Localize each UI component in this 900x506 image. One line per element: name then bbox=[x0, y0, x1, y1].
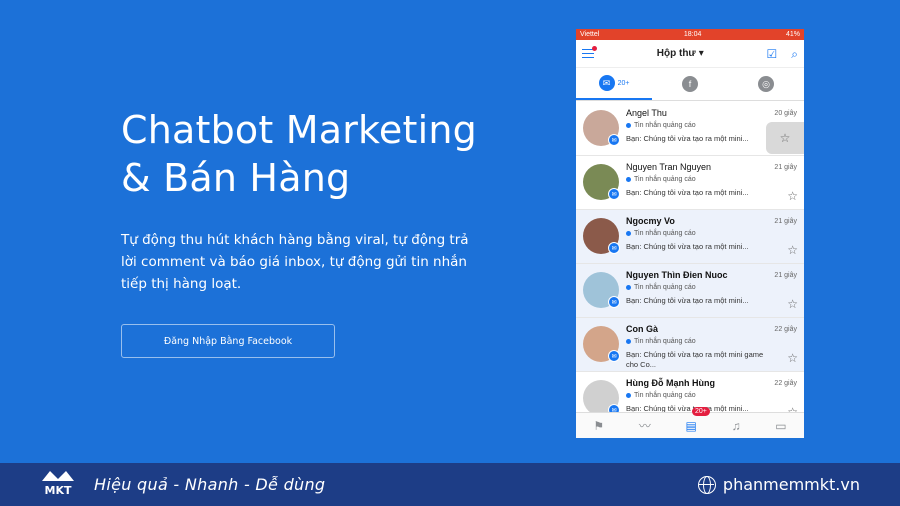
star-icon[interactable]: ☆ bbox=[766, 122, 804, 154]
facebook-login-button[interactable]: Đăng Nhập Bằng Facebook bbox=[121, 324, 335, 358]
tab-instagram[interactable]: ◎ bbox=[728, 68, 804, 100]
conversation-tag: Tin nhắn quảng cáo bbox=[626, 176, 696, 183]
caret-down-icon: ▾ bbox=[698, 48, 704, 59]
flag-icon[interactable]: ⚑ bbox=[593, 419, 604, 433]
search-icon[interactable]: ⌕ bbox=[791, 48, 798, 60]
conversation-tag: Tin nhắn quảng cáo bbox=[626, 230, 696, 237]
conversation-row[interactable]: ✉ Nguyen Thìn Đien Nuoc 21 giây Tin nhắn… bbox=[576, 264, 804, 318]
conversation-preview: Bạn: Chúng tôi vừa tạo ra một mini game … bbox=[626, 350, 764, 369]
conversation-tag: Tin nhắn quảng cáo bbox=[626, 122, 696, 129]
globe-icon bbox=[697, 475, 716, 494]
inbox-tabs: ✉ 20+ f ◎ bbox=[576, 68, 804, 101]
instagram-icon: ◎ bbox=[758, 76, 774, 92]
conversation-list: ✉ Angel Thu 20 giây Tin nhắn quảng cáo B… bbox=[576, 102, 804, 426]
bell-icon[interactable]: ♫ bbox=[732, 419, 741, 433]
conversation-tag: Tin nhắn quảng cáo bbox=[626, 284, 696, 291]
messenger-badge-icon: ✉ bbox=[608, 242, 620, 254]
hero-title-line1: Chatbot Marketing bbox=[121, 108, 477, 152]
tab-messenger[interactable]: ✉ 20+ bbox=[576, 68, 652, 100]
inbox-title-label: Hộp thư bbox=[656, 48, 696, 59]
facebook-icon: f bbox=[682, 76, 698, 92]
mkt-logo: MKT bbox=[42, 471, 74, 497]
hero-description: Tự động thu hút khách hàng bằng viral, t… bbox=[121, 232, 469, 292]
conversation-row[interactable]: ✉ Con Gà 22 giây Tin nhắn quảng cáo Bạn:… bbox=[576, 318, 804, 372]
carrier-label: Viettel bbox=[580, 31, 600, 38]
svg-text:MKT: MKT bbox=[45, 484, 72, 497]
tab-facebook[interactable]: f bbox=[652, 68, 728, 100]
app-header: Hộp thư ▾ ☑ ⌕ bbox=[576, 40, 804, 68]
conversation-tag: Tin nhắn quảng cáo bbox=[626, 338, 696, 345]
star-icon[interactable]: ☆ bbox=[787, 351, 798, 365]
conversation-time: 20 giây bbox=[774, 110, 797, 117]
conversation-row[interactable]: ✉ Ngocmy Vo 21 giây Tin nhắn quảng cáo B… bbox=[576, 210, 804, 264]
tab-messenger-badge: 20+ bbox=[617, 79, 630, 87]
hero-title: Chatbot Marketing & Bán Hàng bbox=[121, 106, 477, 202]
footer-slogan: Hiệu quả - Nhanh - Dễ dùng bbox=[94, 475, 326, 494]
website-label: phanmemmkt.vn bbox=[722, 475, 860, 494]
conversation-name: Angel Thu bbox=[626, 108, 667, 118]
activity-icon[interactable]: 〰 bbox=[639, 417, 651, 434]
conversation-name: Nguyen Thìn Đien Nuoc bbox=[626, 270, 728, 280]
footer-bar: MKT Hiệu quả - Nhanh - Dễ dùng phanmemmk… bbox=[0, 463, 900, 506]
conversation-name: Ngocmy Vo bbox=[626, 216, 675, 226]
conversation-time: 21 giây bbox=[774, 272, 797, 279]
conversation-tag: Tin nhắn quảng cáo bbox=[626, 392, 696, 399]
messenger-icon: ✉ bbox=[598, 75, 615, 91]
status-bar: Viettel 18:04 41% bbox=[576, 29, 804, 40]
star-icon[interactable]: ☆ bbox=[787, 243, 798, 257]
check-icon[interactable]: ☑ bbox=[767, 48, 778, 60]
star-icon[interactable]: ☆ bbox=[787, 189, 798, 203]
menu-icon[interactable] bbox=[582, 45, 597, 59]
conversation-preview: Bạn: Chúng tôi vừa tạo ra một mini... bbox=[626, 242, 749, 251]
footer-website[interactable]: phanmemmkt.vn bbox=[697, 475, 860, 494]
conversation-name: Con Gà bbox=[626, 324, 659, 334]
conversation-name: Hùng Đỗ Mạnh Hùng bbox=[626, 378, 715, 388]
conversation-time: 21 giây bbox=[774, 218, 797, 225]
bottom-nav: ⚑ 〰 ▤ 20+ ♫ ▭ bbox=[576, 407, 804, 438]
inbox-badge: 20+ bbox=[692, 407, 710, 416]
conversation-preview: Bạn: Chúng tôi vừa tạo ra một mini... bbox=[626, 296, 749, 305]
battery-label: 41% bbox=[785, 31, 800, 38]
messenger-badge-icon: ✉ bbox=[608, 296, 620, 308]
conversation-preview: Bạn: Chúng tôi vừa tạo ra một mini... bbox=[626, 188, 749, 197]
clock-label: 18:04 bbox=[683, 31, 702, 38]
inbox-title[interactable]: Hộp thư ▾ bbox=[657, 48, 704, 59]
messenger-badge-icon: ✉ bbox=[608, 350, 620, 362]
inbox-icon[interactable]: ▤ bbox=[686, 419, 697, 433]
conversation-time: 21 giây bbox=[774, 164, 797, 171]
conversation-time: 22 giây bbox=[774, 380, 797, 387]
conversation-row[interactable]: ✉ Angel Thu 20 giây Tin nhắn quảng cáo B… bbox=[576, 102, 804, 156]
hero-title-line2: & Bán Hàng bbox=[121, 156, 351, 200]
phone-mockup: Viettel 18:04 41% Hộp thư ▾ ☑ ⌕ ✉ 20+ f … bbox=[576, 29, 804, 438]
conversation-name: Nguyen Tran Nguyen bbox=[626, 162, 712, 172]
briefcase-icon[interactable]: ▭ bbox=[775, 419, 786, 433]
messenger-badge-icon: ✉ bbox=[608, 188, 620, 200]
conversation-preview: Bạn: Chúng tôi vừa tạo ra một mini... bbox=[626, 134, 749, 143]
conversation-time: 22 giây bbox=[774, 326, 797, 333]
star-icon[interactable]: ☆ bbox=[787, 297, 798, 311]
messenger-badge-icon: ✉ bbox=[608, 134, 620, 146]
conversation-row[interactable]: ✉ Nguyen Tran Nguyen 21 giây Tin nhắn qu… bbox=[576, 156, 804, 210]
